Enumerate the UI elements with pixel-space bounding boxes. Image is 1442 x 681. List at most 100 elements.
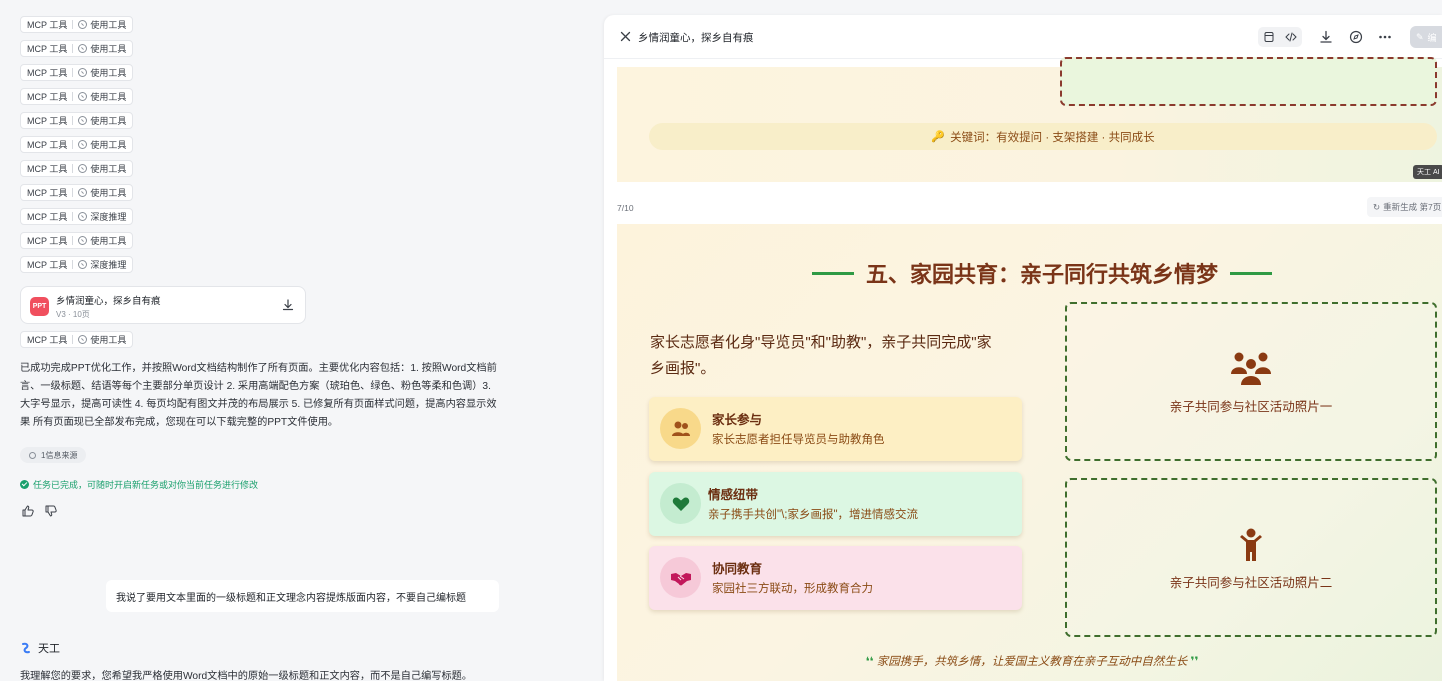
preview-title: 乡情润童心，探乡自有痕	[638, 32, 754, 44]
tool-call-chip[interactable]: MCP 工具 深度推理	[20, 208, 134, 225]
check-circle-icon	[20, 480, 29, 489]
divider	[72, 188, 74, 197]
tool-tag: MCP 工具	[27, 260, 68, 270]
tool-icon	[78, 92, 88, 101]
tool-icon	[78, 164, 88, 173]
tool-tag: MCP 工具	[27, 68, 68, 78]
assistant-reply: 我理解您的要求，您希望我严格使用Word文档中的原始一级标题和正文内容，而不是自…	[20, 671, 473, 681]
handshake-icon	[660, 557, 701, 598]
tool-tag: MCP 工具	[27, 335, 68, 345]
tool-icon	[78, 188, 88, 197]
download-icon[interactable]	[281, 298, 295, 312]
source-label: 1信息来源	[41, 450, 78, 460]
assistant-name: 天工	[38, 643, 60, 655]
tiangong-logo-icon	[22, 642, 30, 654]
keyword-bar: 🔑 关键词：有效提问 · 支架搭建 · 共同成长	[649, 123, 1437, 150]
divider	[72, 212, 74, 221]
thumbs-down-icon[interactable]	[44, 504, 58, 518]
tool-tag: MCP 工具	[27, 116, 68, 126]
more-icon[interactable]	[1377, 29, 1393, 45]
task-status-text: 任务已完成，可随时开启新任务或对你当前任务进行修改	[33, 480, 259, 490]
tool-call-chip[interactable]: MCP 工具 深度推理	[20, 256, 134, 273]
slide-intro: 家长志愿者化身"导览员"和"助教"，亲子共同完成"家乡画报"。	[650, 334, 992, 377]
tool-action: 使用工具	[90, 164, 127, 174]
regenerate-button[interactable]: ↻ 重新生成 第7页	[1367, 197, 1442, 217]
tool-icon	[78, 116, 88, 125]
download-icon[interactable]	[1318, 29, 1334, 45]
source-icon	[29, 451, 36, 459]
tool-call-chip[interactable]: MCP 工具 使用工具	[20, 40, 134, 57]
slide-7: 五、家园共育：亲子同行共筑乡情梦 家长志愿者化身"导览员"和"助教"，亲子共同完…	[617, 224, 1442, 681]
tool-tag: MCP 工具	[27, 20, 68, 30]
tool-call-chip[interactable]: MCP 工具 使用工具	[20, 136, 134, 153]
tool-tag: MCP 工具	[27, 212, 68, 222]
divider	[72, 236, 74, 245]
source-chip[interactable]: 1信息来源	[20, 447, 87, 463]
tool-tag: MCP 工具	[27, 188, 68, 198]
slide-title-text: 五、家园共育：亲子同行共筑乡情梦	[865, 262, 1218, 287]
preview-view-icon[interactable]	[1262, 30, 1276, 44]
tool-call-chip[interactable]: MCP 工具 使用工具	[20, 88, 134, 105]
code-view-icon[interactable]	[1284, 30, 1298, 44]
tool-call-chip[interactable]: MCP 工具 使用工具	[20, 160, 134, 177]
tool-call-chip[interactable]: MCP 工具 使用工具	[20, 16, 134, 33]
tool-tag: MCP 工具	[27, 236, 68, 246]
task-status: 任务已完成，可随时开启新任务或对你当前任务进行修改	[20, 478, 258, 491]
tool-icon	[78, 44, 88, 53]
tool-action: 使用工具	[90, 335, 127, 345]
tool-icon	[78, 20, 88, 29]
file-meta: V3 · 10页	[56, 310, 90, 319]
regenerate-label: 重新生成 第7页	[1383, 202, 1442, 212]
tool-call-chip[interactable]: MCP 工具 使用工具	[20, 331, 134, 348]
user-message: 我说了要用文本里面的一级标题和正文理念内容提炼版面内容，不要自己编标题	[106, 580, 499, 612]
tool-action: 使用工具	[90, 140, 127, 150]
tool-call-chip[interactable]: MCP 工具 使用工具	[20, 112, 134, 129]
divider	[72, 92, 74, 101]
tool-action: 使用工具	[90, 116, 127, 126]
tool-icon	[78, 260, 88, 269]
card-title: 家长参与	[712, 413, 763, 427]
edit-button[interactable]: ✎ 编	[1410, 26, 1442, 48]
tool-call-chip[interactable]: MCP 工具 使用工具	[20, 232, 134, 249]
watermark-badge: 天工 AI	[1413, 165, 1442, 179]
ppt-file-card[interactable]: PPT 乡情润童心，探乡自有痕 V3 · 10页	[20, 286, 306, 324]
tool-tag: MCP 工具	[27, 44, 68, 54]
tool-icon	[78, 335, 88, 344]
quote-text: 家园携手，共筑乡情，让爱国主义教育在亲子互动中自然生长	[876, 656, 1188, 668]
tool-icon	[78, 140, 88, 149]
page-number: 7/10	[617, 203, 634, 213]
tool-icon	[78, 236, 88, 245]
heart-icon	[660, 483, 701, 524]
card-desc: 亲子携手共创"\;家乡画报"，增进情感交流	[708, 509, 919, 521]
card-desc: 家园社三方联动，形成教育合力	[712, 583, 873, 595]
tool-call-chip[interactable]: MCP 工具 使用工具	[20, 64, 134, 81]
view-toggle[interactable]	[1258, 27, 1302, 47]
tool-action: 使用工具	[90, 92, 127, 102]
users-icon	[660, 408, 701, 449]
photo-label: 亲子共同参与社区活动照片一	[1169, 400, 1333, 414]
tool-tag: MCP 工具	[27, 140, 68, 150]
tool-action: 使用工具	[90, 68, 127, 78]
edit-label: 编	[1427, 32, 1437, 43]
previous-slide: 🔑 关键词：有效提问 · 支架搭建 · 共同成长 天工 AI	[617, 57, 1442, 182]
tool-tag: MCP 工具	[27, 164, 68, 174]
ppt-file-icon: PPT	[30, 297, 49, 316]
tool-icon	[78, 212, 88, 221]
close-icon[interactable]	[620, 31, 631, 42]
title-line-left	[811, 271, 854, 275]
card-desc: 家长志愿者担任导览员与助教角色	[712, 434, 885, 446]
chat-panel: MCP 工具 使用工具 MCP 工具 使用工具 MCP 工具 使用工具 MCP 工具 使用工具…	[0, 0, 604, 681]
share-icon[interactable]	[1348, 29, 1364, 45]
family-icon	[1067, 352, 1435, 386]
tool-call-chip[interactable]: MCP 工具 使用工具	[20, 184, 134, 201]
tool-icon	[78, 68, 88, 77]
key-icon: 🔑	[931, 131, 946, 143]
keyword-text: 关键词：有效提问 · 支架搭建 · 共同成长	[950, 131, 1155, 144]
thumbs-up-icon[interactable]	[21, 504, 35, 518]
assistant-summary: 已成功完成PPT优化工作，并按照Word文档结构制作了所有页面。主要优化内容包括…	[20, 363, 497, 428]
photo-placeholder-1: 亲子共同参与社区活动照片一	[1065, 302, 1437, 461]
divider	[72, 140, 74, 149]
divider	[72, 20, 74, 29]
refresh-icon: ↻	[1373, 201, 1381, 212]
photo-label: 亲子共同参与社区活动照片二	[1169, 576, 1333, 590]
